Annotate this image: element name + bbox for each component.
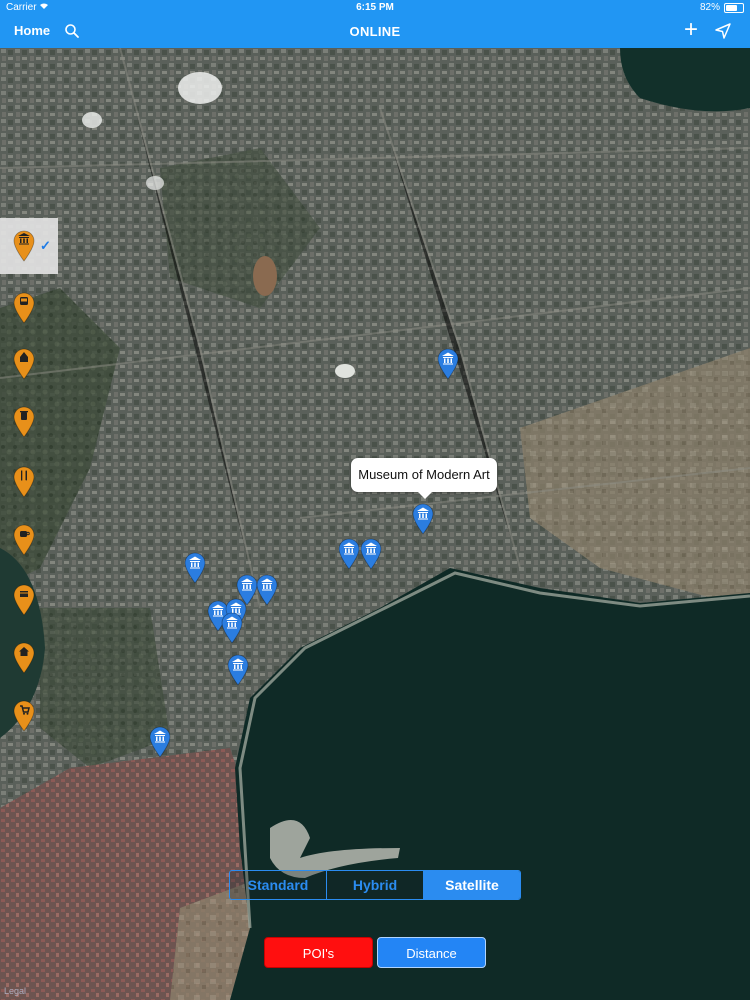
category-bus-icon[interactable] — [12, 292, 42, 324]
status-bar: Carrier 6:15 PM 82% — [0, 0, 750, 16]
satellite-imagery — [0, 48, 750, 1000]
home-button[interactable]: Home — [14, 23, 50, 38]
museum-icon — [436, 348, 460, 384]
map-type-standard[interactable]: Standard — [230, 871, 327, 899]
category-church-icon[interactable] — [12, 348, 42, 380]
category-museum-icon[interactable] — [12, 230, 42, 262]
pois-button[interactable]: POI's — [264, 937, 373, 968]
battery-percent: 82% — [699, 2, 720, 13]
map-type-hybrid[interactable]: Hybrid — [327, 871, 424, 899]
map-type-segmented-control[interactable]: Standard Hybrid Satellite — [229, 870, 521, 900]
trash-icon — [12, 406, 36, 442]
category-trash-icon[interactable] — [12, 406, 42, 438]
church-icon — [12, 348, 36, 384]
museum-pin[interactable] — [436, 348, 460, 380]
bus-icon — [12, 292, 36, 328]
museum-icon — [337, 538, 361, 574]
nav-bar: Home ONLINE + — [0, 16, 750, 48]
plus-icon[interactable]: + — [684, 18, 698, 42]
poi-callout[interactable]: Museum of Modern Art — [351, 458, 497, 499]
page-title: ONLINE — [349, 24, 401, 39]
category-restaurant-icon[interactable] — [12, 466, 42, 498]
shopping-icon — [12, 584, 36, 620]
museum-pin[interactable] — [411, 503, 435, 535]
map-type-satellite[interactable]: Satellite — [424, 871, 520, 899]
museum-icon — [220, 612, 244, 648]
search-icon[interactable] — [64, 23, 80, 44]
category-shopping-icon[interactable] — [12, 584, 42, 616]
museum-pin[interactable] — [183, 552, 207, 584]
museum-pin[interactable] — [359, 538, 383, 570]
museum-pin[interactable] — [220, 612, 244, 644]
cart-icon — [12, 700, 36, 736]
museum-icon — [183, 552, 207, 588]
location-arrow-icon[interactable] — [714, 22, 732, 45]
distance-button[interactable]: Distance — [377, 937, 486, 968]
battery-indicator: 82% — [700, 2, 744, 13]
coffee-icon — [12, 524, 36, 560]
museum-icon — [226, 654, 250, 690]
museum-icon — [255, 574, 279, 610]
museum-icon — [12, 230, 36, 266]
callout-title: Museum of Modern Art — [358, 467, 490, 482]
museum-icon — [148, 726, 172, 762]
battery-icon — [724, 2, 744, 13]
status-time: 6:15 PM — [356, 2, 394, 13]
restaurant-icon — [12, 466, 36, 502]
museum-icon — [411, 503, 435, 539]
category-coffee-icon[interactable] — [12, 524, 42, 556]
museum-icon — [359, 538, 383, 574]
legal-link[interactable]: Legal — [4, 986, 26, 996]
museum-pin[interactable] — [148, 726, 172, 758]
museum-pin[interactable] — [337, 538, 361, 570]
category-home-icon[interactable] — [12, 642, 42, 674]
category-cart-icon[interactable] — [12, 700, 42, 732]
museum-pin[interactable] — [255, 574, 279, 606]
museum-pin[interactable] — [226, 654, 250, 686]
home-icon — [12, 642, 36, 678]
map-view[interactable]: ✓ Museum of Modern Art — [0, 48, 750, 1000]
